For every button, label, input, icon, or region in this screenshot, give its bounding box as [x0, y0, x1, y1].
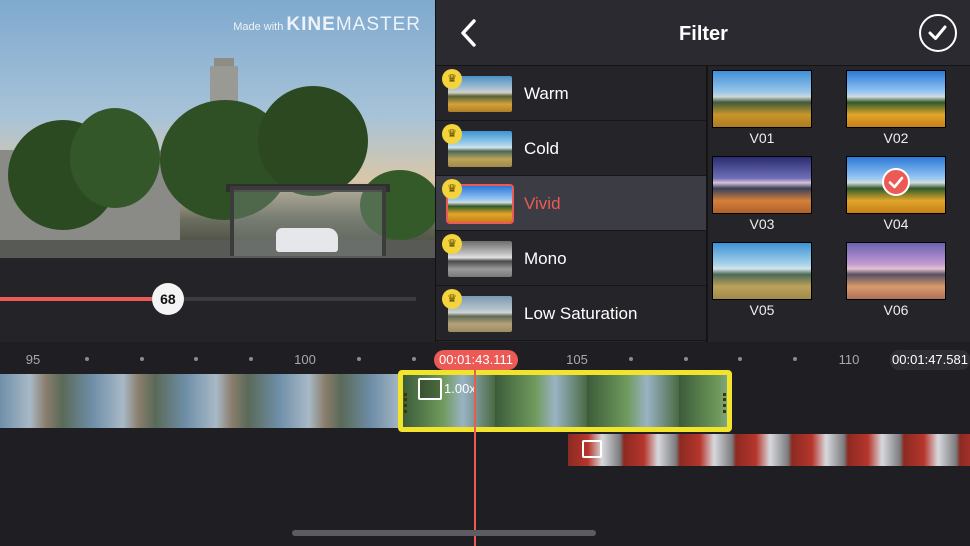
check-circle-icon	[928, 25, 947, 40]
filter-category-list: ♛ Warm ♛ Cold ♛ Vivid ♛ Mono ♛ Low Saturation	[436, 66, 706, 342]
video-track-clip[interactable]	[0, 374, 400, 428]
panel-title: Filter	[679, 23, 728, 45]
ruler-dot	[248, 357, 253, 361]
ruler-dot	[139, 357, 144, 361]
crown-icon: ♛	[442, 234, 462, 254]
filter-label: V03	[749, 216, 775, 232]
filter-category-low-saturation[interactable]: ♛ Low Saturation	[436, 286, 706, 341]
done-button[interactable]	[919, 14, 957, 52]
filter-category-warm[interactable]: ♛ Warm	[436, 66, 706, 121]
category-label: Warm	[524, 84, 569, 103]
crown-icon: ♛	[442, 289, 462, 309]
ruler-tick-label: 100	[294, 352, 316, 367]
filter-panel: Filter ♛ Warm ♛ Cold ♛ Vivid ♛ Mono ♛ Low Saturat…	[435, 0, 970, 342]
filter-thumbnail	[846, 70, 946, 128]
current-time-badge: 00:01:43.111	[434, 350, 518, 370]
watermark-brand-b: MASTER	[335, 14, 421, 35]
category-label: Cold	[524, 139, 559, 158]
selected-clip[interactable]	[398, 370, 732, 432]
filter-label: V02	[883, 130, 909, 146]
filter-preset-v06[interactable]: V06	[846, 240, 946, 320]
category-label: Vivid	[524, 194, 561, 213]
filter-category-vivid[interactable]: ♛ Vivid	[436, 176, 706, 231]
filter-preset-v04[interactable]: V04	[846, 154, 946, 234]
kinemaster-editor: Made with KINEMASTER 68 Filter ♛ Warm ♛ Col…	[0, 0, 970, 546]
scene-tree	[258, 86, 368, 196]
filter-preset-v05[interactable]: V05	[712, 240, 812, 320]
timeline-scrollbar[interactable]	[292, 530, 596, 536]
ruler-tick-label: 110	[838, 352, 860, 367]
filter-strength-fill	[0, 297, 152, 301]
filter-label: V06	[883, 302, 909, 318]
ruler-tick-label: 105	[566, 352, 588, 367]
clip-speed-label: 1.00x	[444, 381, 476, 396]
ruler-dot	[792, 357, 797, 361]
ruler-tick-label: 95	[25, 352, 41, 367]
film-icon	[418, 378, 442, 400]
scene-tree	[70, 108, 160, 208]
watermark-brand-a: KINE	[286, 14, 336, 35]
film-icon	[582, 440, 602, 458]
category-label: Low Saturation	[524, 304, 638, 323]
crown-icon: ♛	[442, 124, 462, 144]
kinemaster-watermark: Made with KINEMASTER	[233, 14, 421, 36]
filter-panel-header: Filter	[436, 0, 970, 66]
crown-icon: ♛	[442, 69, 462, 89]
filter-thumbnail	[712, 70, 812, 128]
end-time-badge: 00:01:47.581	[890, 350, 970, 370]
filter-grid: V01 V02 V03 V04 V05 V06	[708, 66, 970, 342]
filter-category-mono[interactable]: ♛ Mono	[436, 231, 706, 286]
filter-strength-knob[interactable]: 68	[151, 283, 184, 315]
playhead[interactable]	[474, 370, 476, 546]
filter-label: V01	[749, 130, 775, 146]
filter-preset-v01[interactable]: V01	[712, 68, 812, 148]
clip-trim-handle-left[interactable]	[404, 393, 407, 413]
filter-thumbnail	[712, 156, 812, 214]
video-preview[interactable]: Made with KINEMASTER	[0, 0, 435, 258]
filter-thumbnail	[846, 242, 946, 300]
selected-check-icon	[882, 168, 910, 196]
category-label: Mono	[524, 249, 567, 268]
layer-track-clip[interactable]	[568, 434, 970, 466]
ruler-dot	[683, 357, 688, 361]
scene-car	[276, 228, 338, 252]
filter-category-cold[interactable]: ♛ Cold	[436, 121, 706, 176]
filter-preset-v03[interactable]: V03	[712, 154, 812, 234]
filter-label: V05	[749, 302, 775, 318]
crown-icon: ♛	[442, 179, 462, 199]
chevron-left-icon	[461, 19, 476, 47]
watermark-prefix: Made with	[233, 21, 284, 33]
filter-label: V04	[883, 216, 909, 232]
clip-trim-handle-right[interactable]	[723, 393, 726, 413]
ruler-dot	[411, 357, 416, 361]
filter-preset-v02[interactable]: V02	[846, 68, 946, 148]
filter-thumbnail	[712, 242, 812, 300]
back-button[interactable]	[454, 16, 484, 50]
